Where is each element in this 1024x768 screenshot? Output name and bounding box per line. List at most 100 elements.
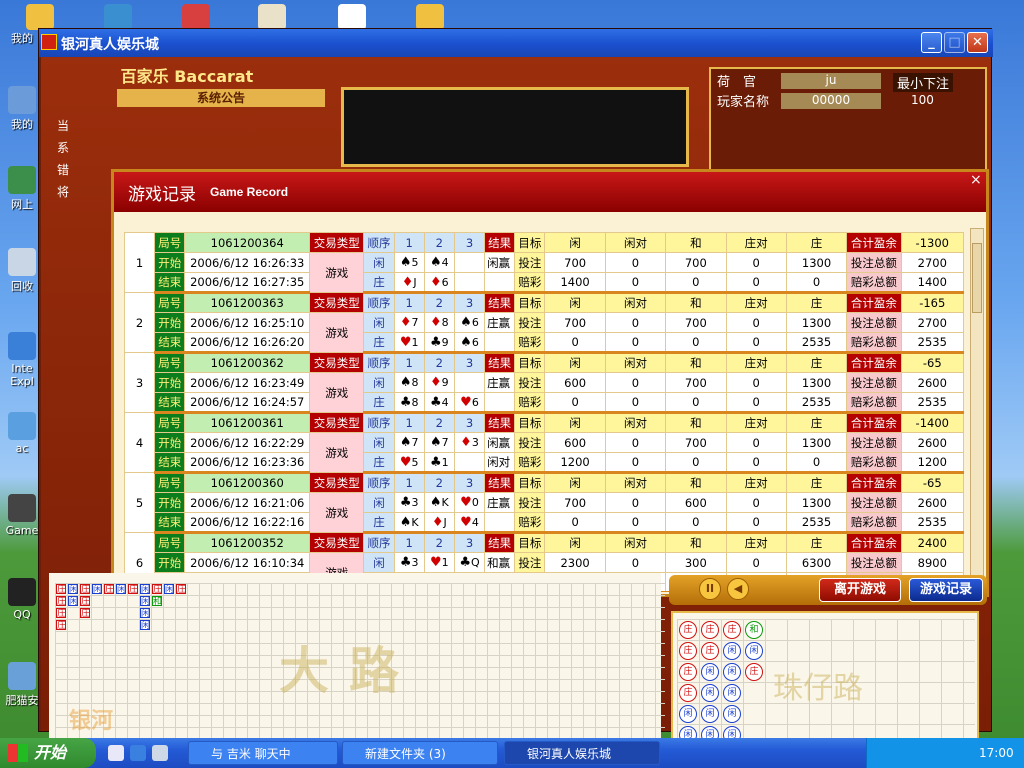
- record-row[interactable]: 开始 2006/6/12 16:25:10 游戏闲 ♦7 ♦8 ♠6 庄赢 投注 700 0 700…: [125, 312, 964, 353]
- app-window: 银河真人娱乐城 _ □ ✕ 百家乐 Baccarat 系统公告 当 系 错 将 …: [38, 28, 993, 753]
- target-header: 庄对: [725, 232, 787, 253]
- pause-button[interactable]: II: [699, 578, 721, 600]
- folder-icon[interactable]: [416, 4, 444, 30]
- cat-icon: [8, 662, 36, 690]
- desktop-icon-ac[interactable]: ac: [2, 412, 42, 455]
- big-road-marker: 庄: [56, 596, 67, 607]
- record-row[interactable]: 结束 2006/6/12 16:24:57 庄 ♣8 ♣4 ♥6 赔彩 0 0 0 0 2535 赔彩总…: [125, 392, 964, 414]
- card-rank: 9: [441, 376, 449, 389]
- record-row[interactable]: 开始 2006/6/12 16:21:06 游戏闲 ♣3 ♠K ♥0 庄赢 投注 700 0 600…: [125, 492, 964, 533]
- record-row[interactable]: 3 局号 1061200362 交易类型 顺序 1 2 3 结果 目标闲闲对和庄对庄合计盈余 -65: [124, 352, 964, 413]
- playing-card: ♥4: [453, 512, 486, 534]
- start-button[interactable]: 开始: [0, 738, 96, 768]
- bead-road-marker: 闲: [701, 663, 719, 681]
- banker-hand-label: 庄: [363, 332, 395, 354]
- end-label: 结束: [154, 452, 186, 474]
- big-road-marker: 庄: [80, 608, 91, 619]
- bet-total-label: 投注总额: [846, 252, 902, 273]
- bet-value: 700: [665, 372, 727, 393]
- chart-icon[interactable]: [182, 4, 210, 30]
- record-row[interactable]: 开始 2006/6/12 16:26:33 游戏闲 ♠5 ♠4 闲赢 投注 700 0 700 0 1…: [125, 252, 964, 293]
- card-order-number: 2: [423, 532, 455, 553]
- recycle-bin-icon: [8, 248, 36, 276]
- playing-card: ♥5: [393, 452, 425, 474]
- record-row[interactable]: 结束 2006/6/12 16:26:20 庄 ♥1 ♣9 ♠6 赔彩 0 0 0 0 2535 赔彩总…: [125, 332, 964, 354]
- card-suit-icon: ♦: [429, 315, 442, 330]
- rabbit-icon[interactable]: [338, 4, 366, 30]
- bet-value: 0: [604, 432, 667, 453]
- type-label: 交易类型: [309, 412, 365, 433]
- paw-icon[interactable]: [104, 4, 132, 30]
- target-header: 闲对: [604, 532, 667, 553]
- game-title: 百家乐 Baccarat: [120, 67, 254, 86]
- payout-value: 0: [544, 392, 606, 414]
- record-row[interactable]: 1 局号 1061200364 交易类型 顺序 1 2 3 结果 目标闲闲对和庄对庄合计盈余 -13…: [124, 232, 964, 293]
- record-row[interactable]: 开始2006/6/12 16:10:34游戏闲♣3♥1♣Q和赢投注2300030…: [125, 552, 964, 592]
- target-header: 庄: [785, 412, 848, 433]
- payout-total-value: 2535: [900, 392, 964, 414]
- card-rank: 1: [441, 455, 449, 469]
- desktop-icon-ie[interactable]: Inte Expl: [2, 332, 42, 388]
- scrollbar-thumb[interactable]: [972, 243, 982, 313]
- card-suit-icon: ♣: [399, 555, 412, 570]
- mask-icon[interactable]: [258, 4, 286, 30]
- record-row[interactable]: 6 局号 1061200352 交易类型 顺序 1 2 3 结果 目标闲闲对和庄对庄合计盈余 240…: [124, 532, 964, 592]
- task-folder[interactable]: 新建文件夹 (3): [342, 741, 498, 765]
- records-table-wrap[interactable]: 1 局号 1061200364 交易类型 顺序 1 2 3 结果 目标闲闲对和庄对庄合计盈余 -13…: [124, 232, 964, 592]
- playing-card: ♥0: [453, 492, 486, 513]
- ie-icon[interactable]: [130, 745, 146, 761]
- bet-value: 1300: [785, 252, 848, 273]
- bet-total-value: 2600: [900, 372, 964, 393]
- result-label: 结果: [484, 532, 516, 553]
- desktop-icon-feimao[interactable]: 肥猫安: [2, 662, 42, 708]
- record-row[interactable]: 开始 2006/6/12 16:23:49 游戏闲 ♠8 ♦9 庄赢 投注 600 0 700 0 1…: [125, 372, 964, 413]
- dialog-close-button[interactable]: ×: [970, 172, 982, 188]
- desktop-icon-qq[interactable]: QQ: [2, 578, 42, 621]
- records-scrollbar[interactable]: [970, 228, 984, 596]
- task-casino[interactable]: 银河真人娱乐城: [504, 741, 660, 765]
- media-player-icon[interactable]: [108, 745, 124, 761]
- card-order-number: 3: [453, 352, 486, 373]
- big-road-marker: 闲: [140, 620, 151, 631]
- close-button[interactable]: ✕: [967, 32, 988, 53]
- card-suit-icon: ♥: [460, 495, 472, 510]
- folder-icon[interactable]: [26, 4, 54, 30]
- game-record-button[interactable]: 游戏记录: [909, 578, 983, 602]
- desktop-icon-network[interactable]: 网上: [2, 166, 42, 212]
- leave-game-button[interactable]: 离开游戏: [819, 578, 901, 602]
- payout-value: 2535: [785, 392, 848, 414]
- record-row[interactable]: 4 局号 1061200361 交易类型 顺序 1 2 3 结果 目标闲闲对和庄对庄合计盈余 -14…: [124, 412, 964, 473]
- minimize-button[interactable]: _: [921, 32, 942, 53]
- windows-flag-icon: [8, 744, 28, 762]
- bet-value: 300: [665, 552, 727, 573]
- record-row[interactable]: 结束 2006/6/12 16:22:16 庄 ♠K ♦J ♥4 赔彩 0 0 0 0 2535 赔彩总…: [125, 512, 964, 534]
- target-header: 庄对: [725, 352, 787, 373]
- bead-road-marker: 庄: [679, 621, 697, 639]
- desktop-icon-game[interactable]: Game: [2, 494, 42, 537]
- desktop-icon-mycomputer[interactable]: 我的: [2, 86, 42, 132]
- desktop-icon-mydocs[interactable]: 我的: [2, 30, 42, 46]
- maximize-button[interactable]: □: [944, 32, 965, 53]
- card-rank: 6: [471, 335, 479, 349]
- record-row[interactable]: 开始 2006/6/12 16:22:29 游戏闲 ♠7 ♠7 ♦3 闲赢 投注 600 0 700…: [125, 432, 964, 473]
- round-number: 1061200360: [184, 472, 311, 493]
- task-chat[interactable]: 与 吉米 聊天中: [188, 741, 338, 765]
- desktop-icon-recycle[interactable]: 回收: [2, 248, 42, 294]
- bead-road-marker: 闲: [701, 705, 719, 723]
- net-label: 合计盈余: [846, 412, 902, 433]
- player-hand-label: 闲: [363, 552, 395, 573]
- show-desktop-icon[interactable]: [152, 745, 168, 761]
- end-label: 结束: [154, 512, 186, 534]
- record-row[interactable]: 5 局号 1061200360 交易类型 顺序 1 2 3 结果 目标闲闲对和庄对庄合计盈余 -65: [124, 472, 964, 533]
- card-rank: 0: [471, 496, 479, 509]
- payout-value: 0: [725, 512, 787, 534]
- record-row[interactable]: 结束 2006/6/12 16:23:36 庄 ♥5 ♣1 闲对 赔彩 1200 0 0 0 0 赔彩总…: [125, 452, 964, 474]
- result-label: 结果: [484, 412, 516, 433]
- window-titlebar[interactable]: 银河真人娱乐城 _ □ ✕: [39, 29, 993, 57]
- playing-card: ♥1: [393, 332, 425, 354]
- back-button[interactable]: ◀: [727, 578, 749, 600]
- record-row[interactable]: 2 局号 1061200363 交易类型 顺序 1 2 3 结果 目标闲闲对和庄对庄合计盈余 -16…: [124, 292, 964, 353]
- record-row[interactable]: 结束 2006/6/12 16:27:35 庄 ♦J ♦6 赔彩 1400 0 0 0 0 赔彩总额 1…: [125, 272, 964, 294]
- card-rank: 4: [471, 515, 479, 529]
- payout-value: 0: [665, 452, 727, 474]
